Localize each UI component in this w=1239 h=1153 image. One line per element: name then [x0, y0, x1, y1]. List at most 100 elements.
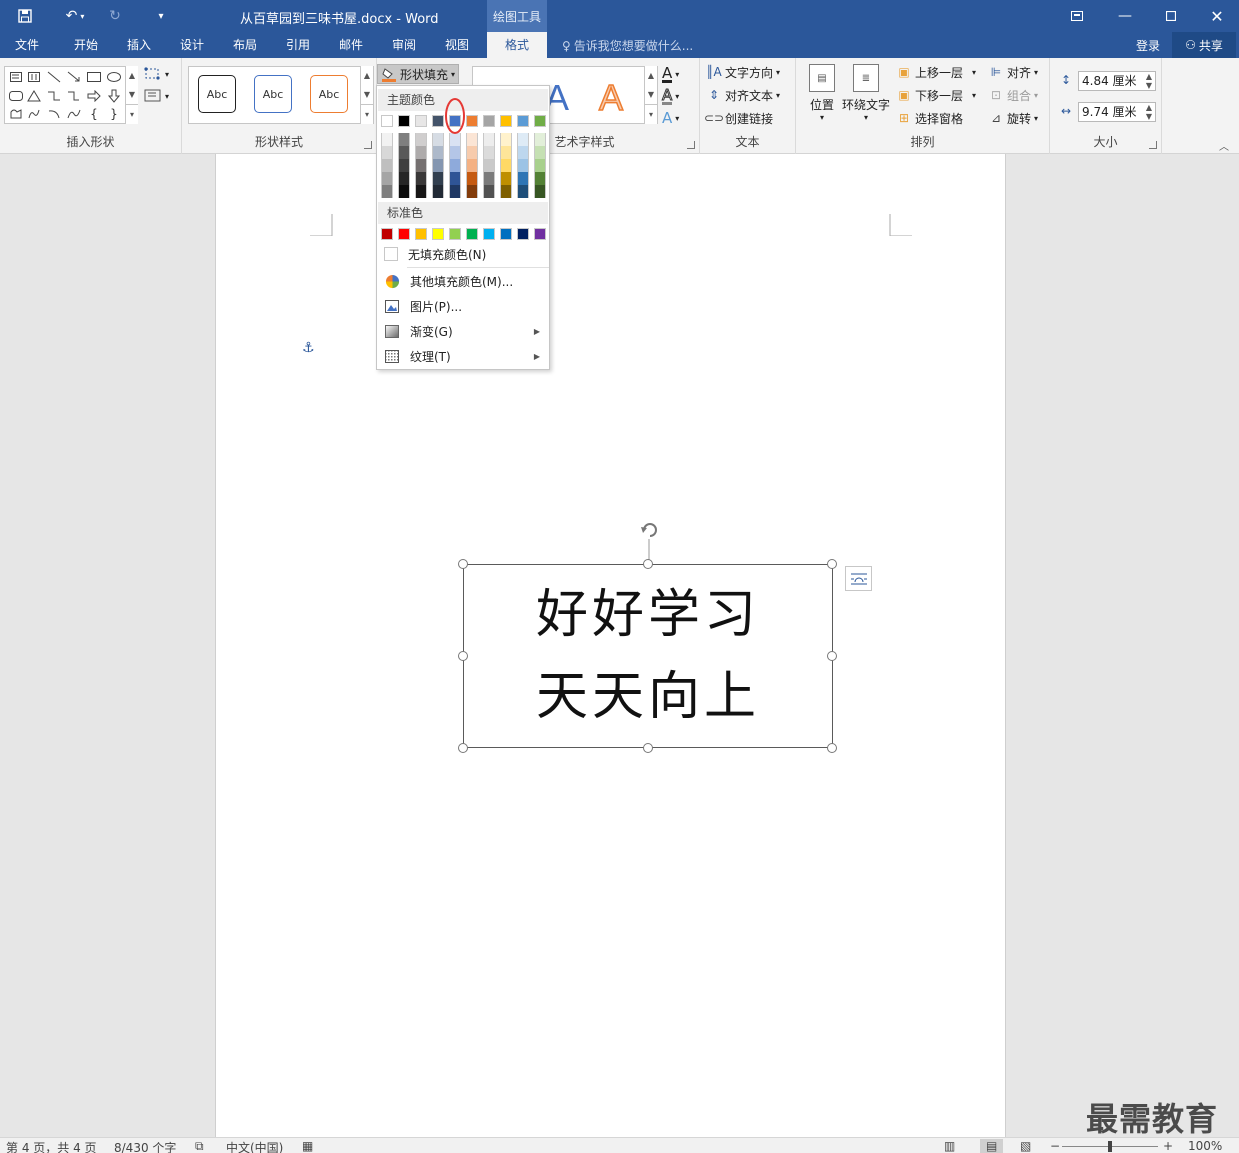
theme-color-shade-swatch[interactable] — [534, 146, 546, 159]
scribble-shape-icon[interactable] — [25, 105, 43, 123]
zoom-slider-thumb[interactable] — [1108, 1141, 1112, 1152]
theme-color-shade-swatch[interactable] — [415, 185, 427, 198]
theme-color-shade-swatch[interactable] — [500, 133, 512, 146]
align-text-button[interactable]: ⇕ 对齐文本 ▾ — [706, 85, 780, 105]
theme-color-shade-swatch[interactable] — [381, 172, 393, 185]
theme-color-swatch[interactable] — [517, 115, 529, 127]
left-brace-shape-icon[interactable]: { — [85, 105, 103, 123]
arrow-shape-icon[interactable] — [65, 68, 83, 86]
right-brace-shape-icon[interactable]: } — [105, 105, 123, 123]
rotate-handle-icon[interactable] — [638, 519, 662, 565]
tab-mailings[interactable]: 邮件 — [325, 32, 377, 58]
rectangle-shape-icon[interactable] — [85, 68, 103, 86]
align-button[interactable]: ⊫ 对齐 ▾ — [988, 62, 1038, 82]
theme-color-shade-swatch[interactable] — [381, 133, 393, 146]
theme-color-shade-swatch[interactable] — [432, 185, 444, 198]
share-button[interactable]: ⚇ 共享 — [1172, 32, 1236, 58]
theme-color-swatch[interactable] — [415, 115, 427, 127]
maximize-icon[interactable] — [1148, 0, 1194, 32]
shapes-gallery-scroll[interactable]: ▲ ▼ ▾ — [125, 66, 138, 124]
resize-handle-bottom-left[interactable] — [458, 743, 468, 753]
theme-color-shade-swatch[interactable] — [483, 185, 495, 198]
sign-in-link[interactable]: 登录 — [1136, 37, 1160, 54]
width-spinner[interactable]: ▲ ▼ — [1146, 103, 1152, 121]
size-launcher-icon[interactable] — [1149, 141, 1157, 149]
theme-color-shade-swatch[interactable] — [483, 172, 495, 185]
theme-color-shade-swatch[interactable] — [432, 172, 444, 185]
page-count[interactable]: 第 4 页，共 4 页 — [6, 1139, 97, 1153]
text-direction-button[interactable]: ║A 文字方向 ▾ — [706, 62, 780, 82]
macro-recording-icon[interactable]: ▦ — [302, 1139, 313, 1153]
zoom-out-icon[interactable]: − — [1050, 1139, 1060, 1153]
shape-style-blue[interactable]: Abc — [254, 75, 292, 113]
no-fill-menu-item[interactable]: 无填充颜色(N) — [378, 242, 548, 266]
theme-color-shade-swatch[interactable] — [466, 172, 478, 185]
shape-styles-gallery[interactable]: Abc Abc Abc ▲ ▼ ▾ — [188, 66, 374, 124]
undo-icon[interactable]: ↶ ▾ — [58, 6, 92, 26]
theme-color-shade-swatch[interactable] — [534, 159, 546, 172]
theme-color-shade-swatch[interactable] — [415, 146, 427, 159]
draw-text-box-button[interactable]: ▾ — [144, 86, 169, 106]
web-layout-icon[interactable]: ▧ — [1020, 1139, 1031, 1153]
theme-color-shade-swatch[interactable] — [517, 146, 529, 159]
more-fill-colors-menu-item[interactable]: 其他填充颜色(M)... — [378, 269, 548, 293]
curve-shape-icon[interactable] — [65, 105, 83, 123]
standard-color-swatch[interactable] — [398, 228, 410, 240]
line-shape-icon[interactable] — [45, 68, 63, 86]
theme-color-shade-swatch[interactable] — [432, 146, 444, 159]
theme-color-shade-swatch[interactable] — [466, 133, 478, 146]
triangle-shape-icon[interactable] — [25, 87, 43, 105]
theme-color-shade-swatch[interactable] — [534, 172, 546, 185]
tab-references[interactable]: 引用 — [272, 32, 324, 58]
selection-pane-button[interactable]: ⊞ 选择窗格 — [896, 108, 963, 128]
theme-color-shade-swatch[interactable] — [449, 159, 461, 172]
theme-color-shade-swatch[interactable] — [500, 185, 512, 198]
ribbon-display-options-icon[interactable] — [1054, 0, 1100, 32]
shape-style-black[interactable]: Abc — [198, 75, 236, 113]
text-fill-button[interactable]: A ▾ — [662, 64, 679, 84]
read-mode-icon[interactable]: ▥ — [944, 1139, 955, 1153]
theme-color-shade-swatch[interactable] — [449, 185, 461, 198]
theme-color-shade-swatch[interactable] — [466, 146, 478, 159]
shape-style-orange[interactable]: Abc — [310, 75, 348, 113]
minimize-icon[interactable]: — — [1102, 0, 1148, 32]
theme-color-shade-swatch[interactable] — [517, 133, 529, 146]
resize-handle-top-right[interactable] — [827, 559, 837, 569]
theme-color-shade-swatch[interactable] — [500, 159, 512, 172]
position-button[interactable]: ▤ 位置 ▾ — [800, 64, 844, 126]
theme-color-shade-swatch[interactable] — [415, 172, 427, 185]
zoom-in-icon[interactable]: + — [1163, 1139, 1173, 1153]
freeform-shape-icon[interactable] — [7, 105, 25, 123]
gradient-fill-menu-item[interactable]: 渐变(G) ▶ — [378, 319, 548, 343]
theme-color-shade-swatch[interactable] — [449, 146, 461, 159]
proofing-icon[interactable]: ⧉ — [195, 1139, 204, 1153]
tab-review[interactable]: 审阅 — [378, 32, 430, 58]
theme-color-shade-swatch[interactable] — [381, 146, 393, 159]
theme-color-shade-swatch[interactable] — [415, 133, 427, 146]
standard-color-swatch[interactable] — [483, 228, 495, 240]
print-layout-icon[interactable]: ▤ — [980, 1139, 1004, 1153]
theme-color-shade-swatch[interactable] — [466, 159, 478, 172]
save-icon[interactable] — [14, 6, 36, 26]
resize-handle-bottom-right[interactable] — [827, 743, 837, 753]
text-outline-button[interactable]: A ▾ — [661, 86, 679, 106]
theme-color-swatch[interactable] — [466, 115, 478, 127]
wordart-gallery-scroll[interactable]: ▲ ▼ ▾ — [644, 66, 657, 124]
theme-color-shade-swatch[interactable] — [517, 172, 529, 185]
shape-styles-scroll[interactable]: ▲ ▼ ▾ — [360, 66, 373, 124]
collapse-ribbon-icon[interactable]: ︿ — [1219, 138, 1229, 153]
standard-color-swatch[interactable] — [517, 228, 529, 240]
theme-color-shade-swatch[interactable] — [534, 133, 546, 146]
rotate-button[interactable]: ⊿ 旋转 ▾ — [988, 108, 1038, 128]
text-box-shape[interactable]: 好好学习 天天向上 — [463, 564, 833, 748]
redo-icon[interactable]: ↻ — [104, 6, 126, 26]
theme-color-shade-swatch[interactable] — [381, 159, 393, 172]
create-link-button[interactable]: ⊂⊃ 创建链接 — [704, 108, 773, 128]
theme-color-shade-swatch[interactable] — [517, 185, 529, 198]
theme-color-shade-swatch[interactable] — [381, 185, 393, 198]
wordart-style-orange-outline-icon[interactable]: A — [598, 76, 624, 119]
zoom-level[interactable]: 100% — [1188, 1139, 1222, 1153]
bring-forward-button[interactable]: ▣ 上移一层 ▾ — [896, 62, 976, 82]
theme-color-swatch[interactable] — [500, 115, 512, 127]
oval-shape-icon[interactable] — [105, 68, 123, 86]
